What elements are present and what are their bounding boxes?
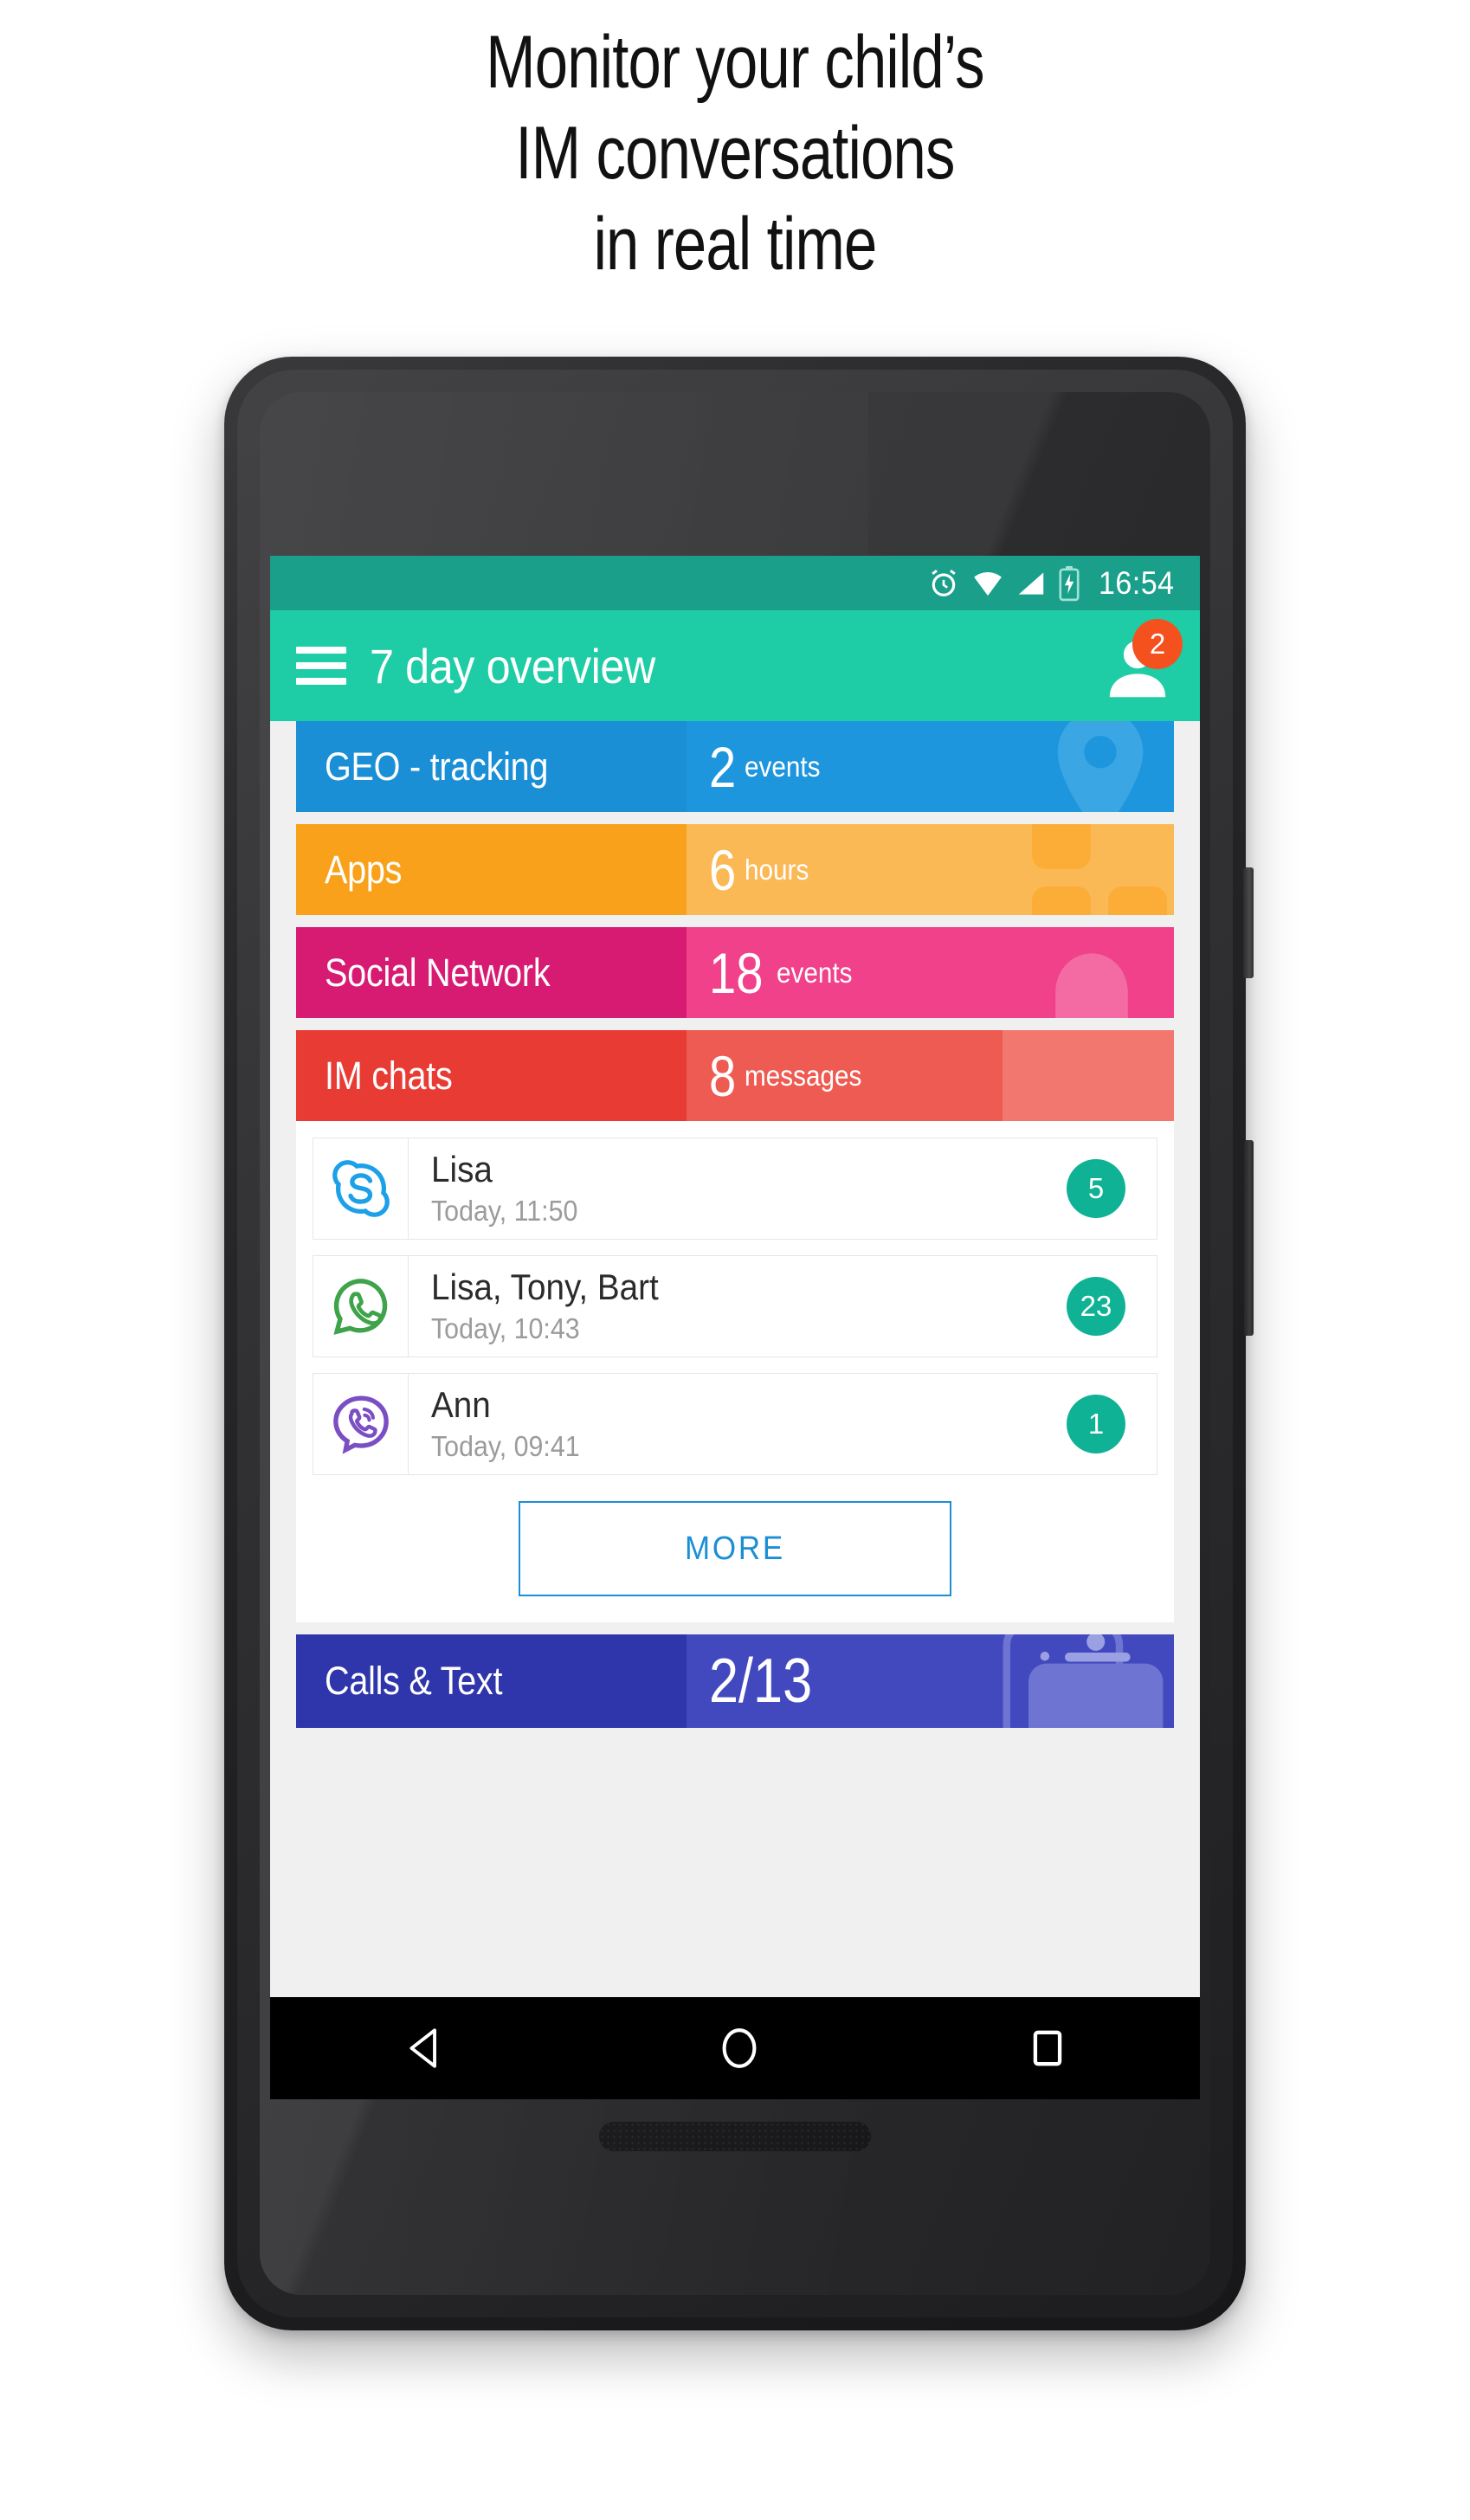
category-value: 18 — [709, 940, 764, 1005]
im-chat-list-card: Lisa Today, 11:50 5 Lisa, Tony, Bart Tod… — [296, 1121, 1174, 1622]
category-value-cell: 2 events — [687, 721, 1174, 812]
chat-name: Lisa, Tony, Bart — [431, 1266, 659, 1308]
unread-count-badge: 23 — [1067, 1277, 1125, 1336]
category-label: Calls & Text — [325, 1659, 503, 1703]
category-row-geo[interactable]: GEO - tracking 2 events — [296, 721, 1174, 812]
skype-icon — [332, 1160, 390, 1217]
category-value: 2 — [709, 734, 737, 799]
recents-square-icon[interactable] — [1025, 2026, 1070, 2071]
whatsapp-icon — [332, 1279, 387, 1335]
hamburger-menu-icon[interactable] — [296, 647, 346, 685]
category-row-apps[interactable]: Apps 6 hours — [296, 824, 1174, 915]
bell-icon — [1055, 953, 1128, 1018]
power-button[interactable] — [1243, 867, 1254, 978]
list-item[interactable]: Lisa, Tony, Bart Today, 10:43 23 — [313, 1255, 1157, 1357]
category-row-im-chats[interactable]: IM chats 8 messages — [296, 1030, 1174, 1121]
android-nav-bar — [270, 1997, 1200, 2099]
category-unit: messages — [744, 1059, 862, 1092]
status-badge: 2 — [1132, 619, 1183, 669]
list-item[interactable]: Ann Today, 09:41 1 — [313, 1373, 1157, 1475]
chat-time: Today, 09:41 — [431, 1429, 580, 1462]
category-label-cell: GEO - tracking — [296, 721, 687, 812]
chat-bubble-icon — [1003, 1030, 1174, 1121]
chat-name: Ann — [431, 1384, 491, 1426]
app-icon-cell — [313, 1256, 409, 1357]
chat-text-cell: Lisa, Tony, Bart Today, 10:43 — [409, 1267, 1067, 1344]
chat-text-cell: Ann Today, 09:41 — [409, 1385, 1067, 1462]
category-label-cell: IM chats — [296, 1030, 687, 1121]
page-headline: Monitor your child’s IM conversations in… — [147, 17, 1323, 290]
app-icon-cell — [313, 1138, 409, 1239]
app-bar: 7 day overview 2 — [270, 610, 1200, 721]
status-bar-icons: 16:54 — [926, 565, 1181, 602]
phone-device-icon — [1003, 1634, 1164, 1728]
chat-name: Lisa — [431, 1149, 493, 1190]
headline-line-3: in real time — [593, 202, 878, 286]
chat-text-cell: Lisa Today, 11:50 — [409, 1150, 1067, 1227]
more-button[interactable]: MORE — [519, 1501, 951, 1596]
category-row-social[interactable]: Social Network 18 events — [296, 927, 1174, 1018]
category-label: IM chats — [325, 1053, 453, 1098]
status-bar: 16:54 — [270, 556, 1200, 610]
more-button-label: MORE — [685, 1530, 785, 1567]
category-label: Social Network — [325, 950, 551, 995]
chat-time: Today, 10:43 — [431, 1312, 580, 1344]
status-bar-clock: 16:54 — [1098, 565, 1175, 601]
category-label-cell: Apps — [296, 824, 687, 915]
category-unit: events — [744, 750, 821, 783]
signal-icon — [1018, 571, 1044, 595]
viber-icon — [332, 1395, 389, 1454]
app-icon-cell — [313, 1374, 409, 1474]
category-row-calls-text[interactable]: Calls & Text 2/13 — [296, 1634, 1174, 1728]
unread-count-badge: 5 — [1067, 1159, 1125, 1218]
category-label-cell: Social Network — [296, 927, 687, 1018]
back-triangle-icon[interactable] — [400, 2021, 454, 2075]
category-value-cell: 18 events — [687, 927, 1174, 1018]
headline-line-2: IM conversations — [515, 111, 955, 195]
unread-count-badge: 1 — [1067, 1395, 1125, 1453]
home-circle-icon[interactable] — [714, 2023, 764, 2073]
category-value-cell: 8 messages — [687, 1030, 1174, 1121]
chat-time: Today, 11:50 — [431, 1194, 578, 1227]
alarm-icon — [932, 569, 956, 596]
headline-line-1: Monitor your child’s — [486, 21, 984, 104]
profile-button[interactable]: 2 — [1098, 619, 1183, 706]
category-value-cell: 6 hours — [687, 824, 1174, 915]
category-unit: hours — [744, 853, 809, 886]
phone-screen: 16:54 7 day overview 2 GEO - tracking 2 … — [270, 556, 1200, 1997]
category-label-cell: Calls & Text — [296, 1634, 687, 1728]
category-unit: events — [776, 956, 853, 989]
list-item[interactable]: Lisa Today, 11:50 5 — [313, 1138, 1157, 1240]
category-value-cell: 2/13 — [687, 1634, 1174, 1728]
category-value: 2/13 — [709, 1647, 813, 1716]
category-label: Apps — [325, 847, 403, 892]
page-title: 7 day overview — [370, 638, 655, 693]
bottom-speaker — [599, 2122, 871, 2151]
category-value: 6 — [709, 837, 737, 902]
volume-button[interactable] — [1244, 1140, 1254, 1336]
category-value: 8 — [709, 1043, 737, 1108]
map-pin-icon — [1057, 721, 1144, 812]
more-button-wrap: MORE — [313, 1491, 1157, 1622]
wifi-icon — [974, 571, 1002, 596]
battery-charging-icon — [1059, 565, 1080, 601]
category-label: GEO - tracking — [325, 744, 549, 789]
apps-grid-icon — [1032, 824, 1167, 915]
